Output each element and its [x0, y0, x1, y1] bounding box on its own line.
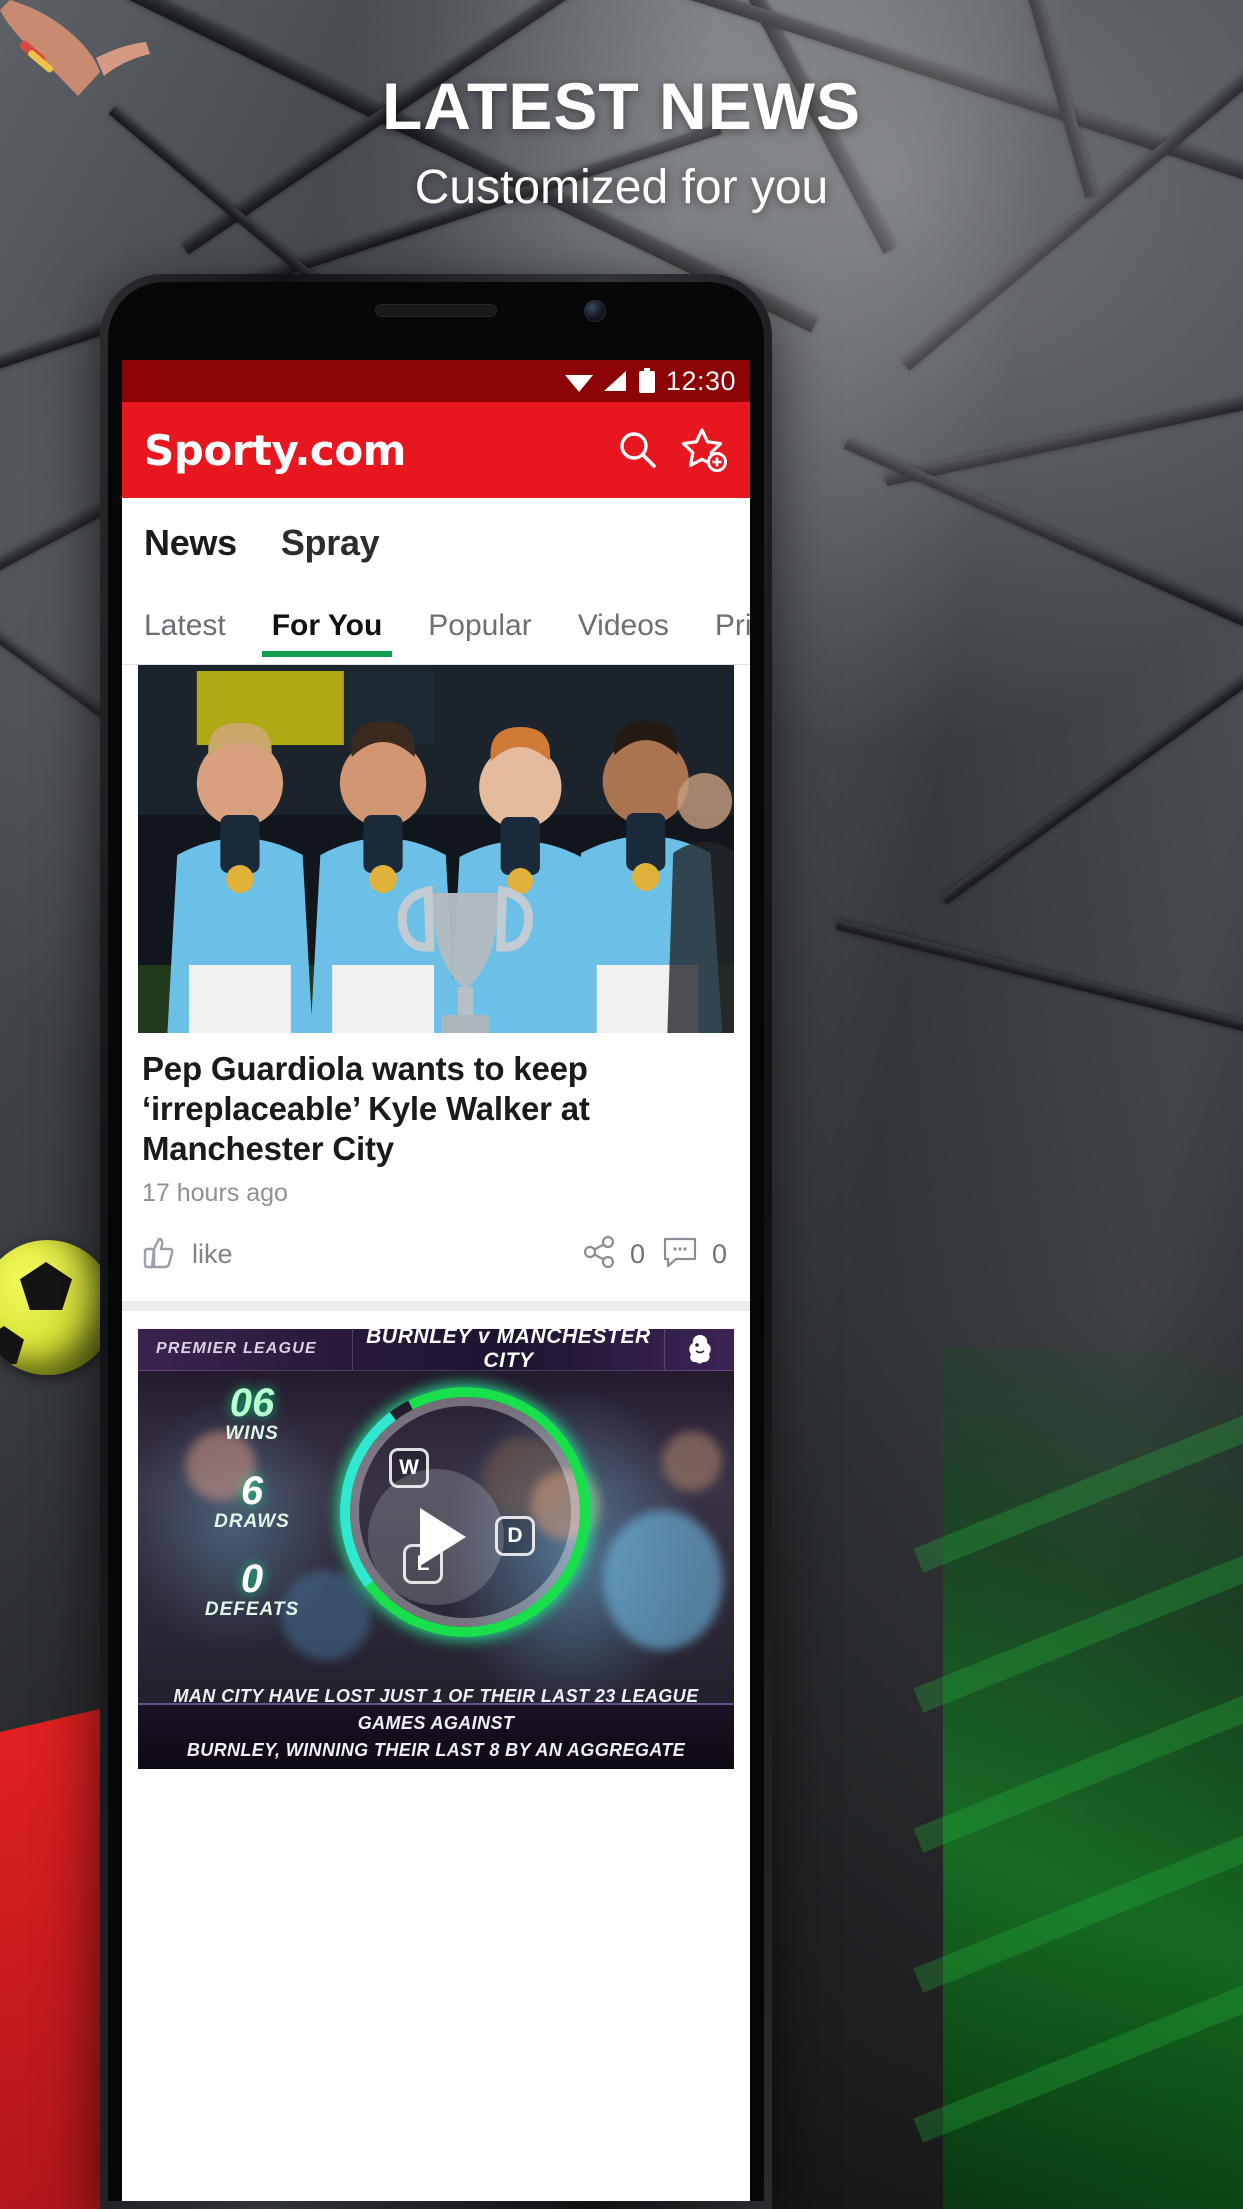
video-caption: MAN CITY HAVE LOST JUST 1 OF THEIR LAST …	[138, 1686, 734, 1769]
caption-line-1: MAN CITY HAVE LOST JUST 1 OF THEIR LAST …	[173, 1685, 699, 1733]
like-label: like	[192, 1238, 233, 1269]
comment-icon[interactable]	[662, 1235, 698, 1274]
premier-league-lion-icon	[664, 1328, 734, 1370]
section-tab-news[interactable]: News	[144, 522, 237, 564]
video-card[interactable]: PREMIER LEAGUE BURNLEY v MANCHESTER CITY	[122, 1328, 750, 1769]
caption-score: 26-1	[468, 1767, 506, 1769]
tab-popular[interactable]: Popular	[422, 609, 537, 643]
promo-subtitle: Customized for you	[414, 161, 829, 214]
category-tabs: Latest For You Popular Videos Primera Di…	[122, 588, 750, 664]
signal-icon	[602, 370, 628, 392]
share-count: 0	[630, 1238, 646, 1269]
match-label: BURNLEY v MANCHESTER CITY	[366, 1328, 651, 1373]
front-camera	[584, 300, 606, 322]
match-stats: 06 WINS 6 DRAWS 0 DEFEATS	[172, 1383, 332, 1647]
stat-wins-value: 06	[229, 1380, 275, 1425]
play-icon	[420, 1507, 466, 1566]
article-timestamp: 17 hours ago	[142, 1178, 288, 1207]
battery-icon	[638, 368, 656, 394]
section-tab-spray[interactable]: Spray	[281, 522, 380, 564]
tab-primera-division[interactable]: Primera Divisió	[709, 609, 750, 643]
app-bar: Sporty.com	[122, 402, 750, 498]
article-engagement: 0 0	[582, 1235, 730, 1274]
like-button[interactable]: like	[142, 1234, 233, 1275]
phone-mockup: 12:30 Sporty.com News Spray Latest For Y…	[100, 274, 772, 2209]
thumbs-up-icon	[142, 1234, 178, 1275]
tab-latest[interactable]: Latest	[138, 609, 232, 643]
section-tabs: News Spray	[122, 498, 750, 588]
article-image[interactable]	[138, 665, 734, 1033]
stat-wins-label: WINS	[225, 1422, 279, 1444]
tab-for-you[interactable]: For You	[261, 609, 392, 657]
stat-defeats-label: DEFEATS	[204, 1598, 300, 1620]
earpiece	[375, 304, 497, 317]
status-bar: 12:30	[122, 360, 750, 402]
play-button[interactable]	[368, 1468, 504, 1605]
comment-count: 0	[712, 1238, 728, 1269]
share-icon[interactable]	[582, 1235, 616, 1274]
stat-defeats: 0 DEFEATS	[172, 1559, 332, 1621]
league-label: PREMIER LEAGUE	[138, 1328, 353, 1370]
stat-draws-label: DRAWS	[214, 1510, 290, 1532]
promo-title: LATEST NEWS	[381, 69, 862, 143]
stat-draws: 6 DRAWS	[172, 1471, 332, 1533]
tab-videos[interactable]: Videos	[572, 609, 675, 643]
stat-draws-value: 6	[240, 1468, 264, 1513]
search-icon[interactable]	[614, 426, 662, 474]
stat-wins: 06 WINS	[172, 1383, 332, 1445]
caption-line-2: BURNLEY, WINNING THEIR LAST 8 BY AN AGGR…	[168, 1737, 704, 1769]
article-title[interactable]: Pep Guardiola wants to keep ‘irreplaceab…	[138, 1033, 734, 1169]
app-logo[interactable]: Sporty.com	[144, 426, 406, 475]
video-thumbnail[interactable]: PREMIER LEAGUE BURNLEY v MANCHESTER CITY	[138, 1328, 734, 1769]
article-card[interactable]: Pep Guardiola wants to keep ‘irreplaceab…	[122, 665, 750, 1297]
stat-defeats-value: 0	[240, 1556, 264, 1601]
phone-screen: 12:30 Sporty.com News Spray Latest For Y…	[122, 360, 750, 2201]
status-time: 12:30	[665, 365, 736, 396]
article-actions: like 0 0	[138, 1208, 734, 1297]
caption-line-2-text: BURNLEY, WINNING THEIR LAST 8 BY AN AGGR…	[186, 1739, 686, 1769]
pitch-decoration	[913, 1349, 1243, 2209]
phone-bezel: 12:30 Sporty.com News Spray Latest For Y…	[108, 282, 764, 2201]
wifi-icon	[564, 371, 593, 392]
video-frame: 06 WINS 6 DRAWS 0 DEFEATS W D L	[138, 1370, 734, 1703]
star-add-icon[interactable]	[680, 426, 728, 474]
card-separator	[122, 1300, 750, 1311]
video-header: PREMIER LEAGUE BURNLEY v MANCHESTER CITY	[138, 1328, 734, 1373]
